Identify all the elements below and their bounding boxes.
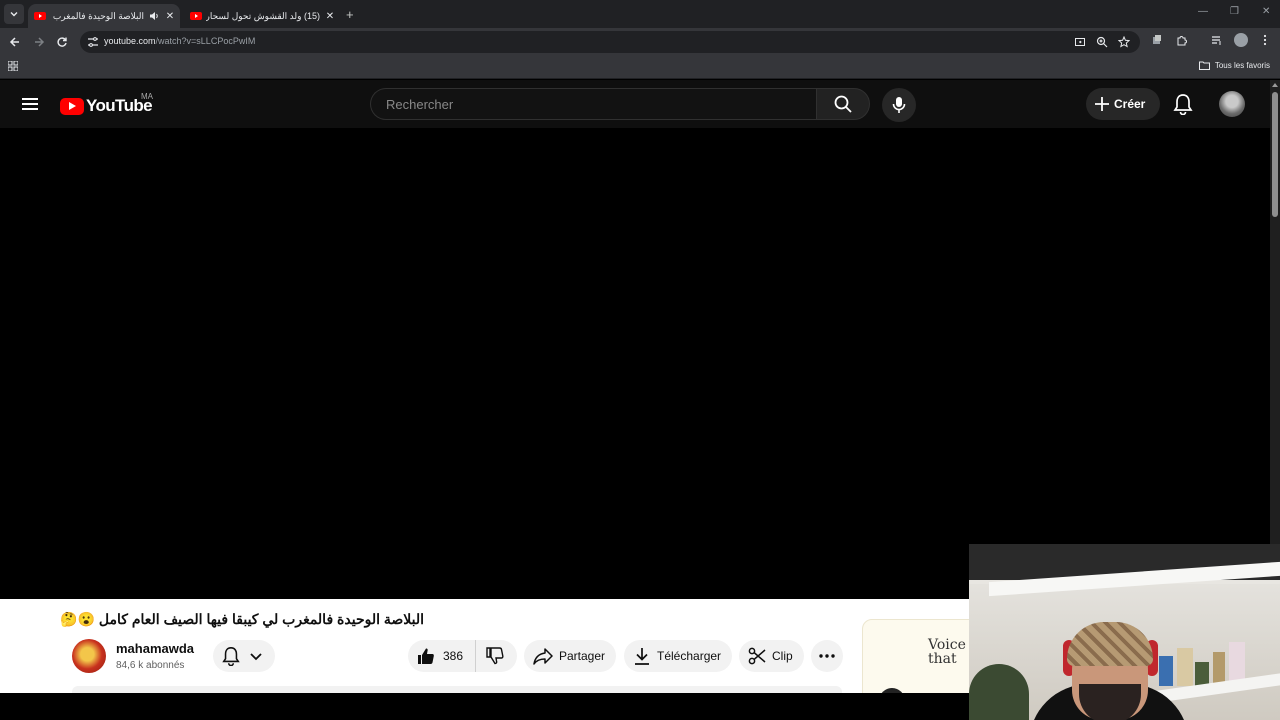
download-label: Télécharger <box>657 649 722 663</box>
close-tab-icon[interactable]: ✕ <box>324 10 336 22</box>
scrollbar-thumb[interactable] <box>1272 92 1278 217</box>
search-icon <box>834 95 852 113</box>
reload-button[interactable] <box>54 34 70 50</box>
webcam-shelf-items <box>1159 634 1249 686</box>
puzzle-icon[interactable] <box>1176 34 1188 46</box>
webcam-person-beard <box>1079 684 1141 720</box>
chevron-down-icon <box>10 12 18 17</box>
clip-label: Clip <box>772 649 793 663</box>
tab-title: (15) ولد القشوش تحول لسحار م <box>206 10 320 21</box>
microphone-icon <box>892 97 906 113</box>
youtube-logo[interactable]: YouTube <box>60 96 153 116</box>
kebab-menu-icon[interactable] <box>1261 34 1269 46</box>
reload-icon <box>57 37 67 47</box>
create-button[interactable]: Créer <box>1086 88 1160 120</box>
share-icon <box>533 648 553 665</box>
extension-icon[interactable] <box>1151 34 1163 46</box>
thumbs-up-icon <box>418 648 434 664</box>
profile-avatar[interactable] <box>1234 33 1248 47</box>
notifications-bell-icon[interactable] <box>1172 93 1194 115</box>
like-count: 386 <box>443 649 464 663</box>
webcam-overlay <box>969 544 1280 720</box>
scissors-icon <box>748 647 766 665</box>
youtube-play-icon <box>60 97 84 115</box>
channel-avatar[interactable] <box>72 639 106 673</box>
voice-search-button[interactable] <box>882 88 916 122</box>
share-button[interactable]: Partager <box>524 640 616 672</box>
more-actions-button[interactable] <box>811 640 843 672</box>
close-tab-icon[interactable]: ✕ <box>164 10 176 22</box>
youtube-favicon-icon <box>34 12 46 20</box>
close-window-icon[interactable]: ✕ <box>1262 6 1270 17</box>
more-horizontal-icon <box>819 654 835 658</box>
chevron-down-icon <box>250 653 262 661</box>
clip-button[interactable]: Clip <box>739 640 804 672</box>
subscriber-count: 84,6 k abonnés <box>116 660 185 671</box>
forward-button[interactable] <box>31 34 47 50</box>
address-bar[interactable]: youtube.com/watch?v=sLLCPocPwIM <box>80 31 1140 53</box>
hamburger-menu-icon[interactable] <box>20 94 40 114</box>
browser-toolbar: youtube.com/watch?v=sLLCPocPwIM <box>0 28 1280 56</box>
apps-grid-icon[interactable] <box>8 61 18 71</box>
thumbs-down-icon <box>486 647 504 665</box>
dislike-button[interactable] <box>476 640 504 672</box>
download-icon <box>635 648 649 665</box>
new-tab-icon[interactable]: + <box>346 7 354 22</box>
video-player[interactable] <box>0 128 1270 599</box>
like-button[interactable]: 386 <box>408 640 477 672</box>
search-box <box>370 88 816 120</box>
back-button[interactable] <box>7 34 23 50</box>
all-bookmarks-label: Tous les favoris <box>1214 61 1270 70</box>
download-button[interactable]: Télécharger <box>624 640 732 672</box>
arrow-left-icon <box>9 37 19 47</box>
create-label: Créer <box>1114 97 1146 111</box>
minimize-icon[interactable]: — <box>1198 6 1208 17</box>
all-bookmarks-button[interactable]: Tous les favoris <box>1198 61 1270 70</box>
webcam-chair <box>969 664 1029 720</box>
scroll-up-arrow-icon[interactable] <box>1272 83 1278 87</box>
zoom-icon[interactable] <box>1096 36 1108 48</box>
browser-tab-inactive[interactable]: (15) ولد القشوش تحول لسحار م ✕ <box>184 4 340 28</box>
like-dislike-group: 386 <box>408 640 517 672</box>
star-icon[interactable] <box>1118 36 1130 48</box>
cast-icon[interactable] <box>1074 36 1086 48</box>
ad-text: Voice that <box>928 637 966 667</box>
media-control-icon[interactable] <box>1211 34 1223 46</box>
arrow-right-icon <box>35 37 45 47</box>
country-code: MA <box>141 92 153 101</box>
browser-tab-strip: البلاصة الوحيدة فالمغرب لي ✕ (15) ولد ال… <box>0 0 1280 28</box>
user-avatar[interactable] <box>1219 91 1245 117</box>
share-label: Partager <box>559 649 606 663</box>
speaker-icon[interactable] <box>148 10 160 22</box>
youtube-favicon-icon <box>190 12 202 20</box>
tab-title: البلاصة الوحيدة فالمغرب لي <box>50 10 144 21</box>
subscription-bell-button[interactable] <box>213 640 275 672</box>
tab-search-button[interactable] <box>4 4 24 24</box>
plus-icon <box>1095 97 1109 111</box>
url-text[interactable]: youtube.com/watch?v=sLLCPocPwIM <box>104 36 255 46</box>
video-title: البلاصة الوحيدة فالمغرب لي كيبقا فيها ال… <box>60 611 424 627</box>
restore-icon[interactable]: ❐ <box>1230 6 1239 17</box>
browser-tab-active[interactable]: البلاصة الوحيدة فالمغرب لي ✕ <box>28 4 180 28</box>
bookmarks-bar: Tous les favoris <box>0 56 1280 79</box>
search-button[interactable] <box>816 88 870 120</box>
site-settings-icon[interactable] <box>87 36 99 48</box>
youtube-header: YouTube MA Créer <box>0 80 1270 128</box>
folder-icon <box>1198 61 1210 70</box>
bell-icon <box>222 647 240 666</box>
search-input[interactable] <box>384 96 808 113</box>
channel-name[interactable]: mahamawda <box>116 641 194 656</box>
